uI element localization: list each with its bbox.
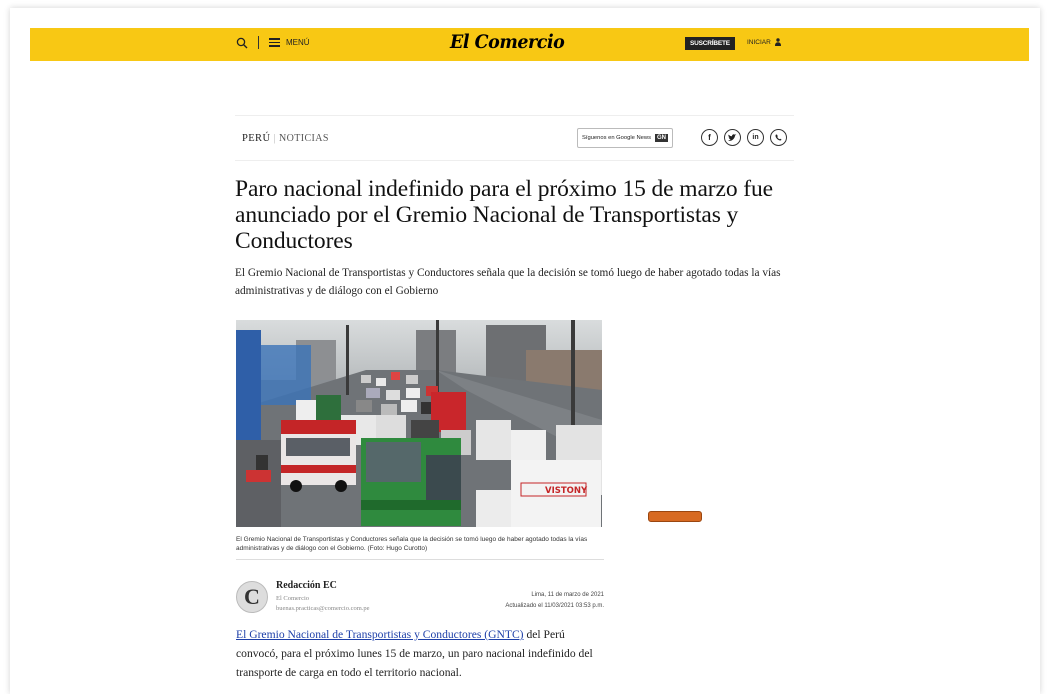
login-label: INICIAR <box>747 38 771 46</box>
photo-caption: El Gremio Nacional de Transportistas y C… <box>236 536 604 560</box>
google-news-icon: GN <box>654 134 668 142</box>
article-photo[interactable]: VISTONY <box>236 320 602 527</box>
whatsapp-icon[interactable] <box>770 129 787 146</box>
subscribe-button[interactable]: SUSCRÍBETE <box>685 37 735 50</box>
updated-date: Actualizado el 11/03/2021 03:53 p.m. <box>505 603 604 609</box>
gntc-link[interactable]: El Gremio Nacional de Transportistas y C… <box>236 628 524 641</box>
facebook-icon[interactable]: f <box>701 129 718 146</box>
ad-badge[interactable] <box>648 511 702 522</box>
search-icon[interactable] <box>236 37 248 49</box>
header-divider <box>258 36 259 49</box>
author-name[interactable]: Redacción EC <box>276 580 337 591</box>
author-row: C Redacción EC El Comercio buenas.practi… <box>236 578 604 618</box>
bus-sign-text: VISTONY <box>545 486 588 496</box>
header-left-tools: MENÚ <box>236 36 310 49</box>
breadcrumb: PERÚ | NOTICIAS <box>242 133 329 144</box>
twitter-icon[interactable] <box>724 129 741 146</box>
breadcrumb-subcategory[interactable]: NOTICIAS <box>279 133 329 144</box>
author-avatar[interactable]: C <box>236 581 268 613</box>
author-email[interactable]: buenas.practicas@comercio.com.pe <box>276 605 370 612</box>
el-comercio-logo[interactable]: El Comercio <box>450 31 565 53</box>
menu-label[interactable]: MENÚ <box>286 38 310 47</box>
section-bar: PERÚ | NOTICIAS Síguenos en Google News GN… <box>235 115 794 161</box>
published-date: Lima, 11 de marzo de 2021 <box>531 592 604 598</box>
login-button[interactable]: INICIAR <box>747 38 781 46</box>
article-subheadline: El Gremio Nacional de Transportistas y C… <box>235 267 781 297</box>
article-headline: Paro nacional indefinido para el próximo… <box>235 176 773 254</box>
user-icon <box>774 38 781 46</box>
site-header: MENÚ El Comercio SUSCRÍBETE INICIAR <box>30 28 1029 61</box>
breadcrumb-category[interactable]: PERÚ <box>242 133 270 144</box>
google-news-follow-button[interactable]: Síguenos en Google News GN <box>577 128 673 148</box>
article-body-paragraph: El Gremio Nacional de Transportistas y C… <box>236 625 606 682</box>
linkedin-icon[interactable]: in <box>747 129 764 146</box>
hamburger-menu-icon[interactable] <box>269 38 280 47</box>
breadcrumb-divider: | <box>273 133 276 144</box>
author-org: El Comercio <box>276 595 310 602</box>
google-news-label: Síguenos en Google News <box>582 135 651 141</box>
